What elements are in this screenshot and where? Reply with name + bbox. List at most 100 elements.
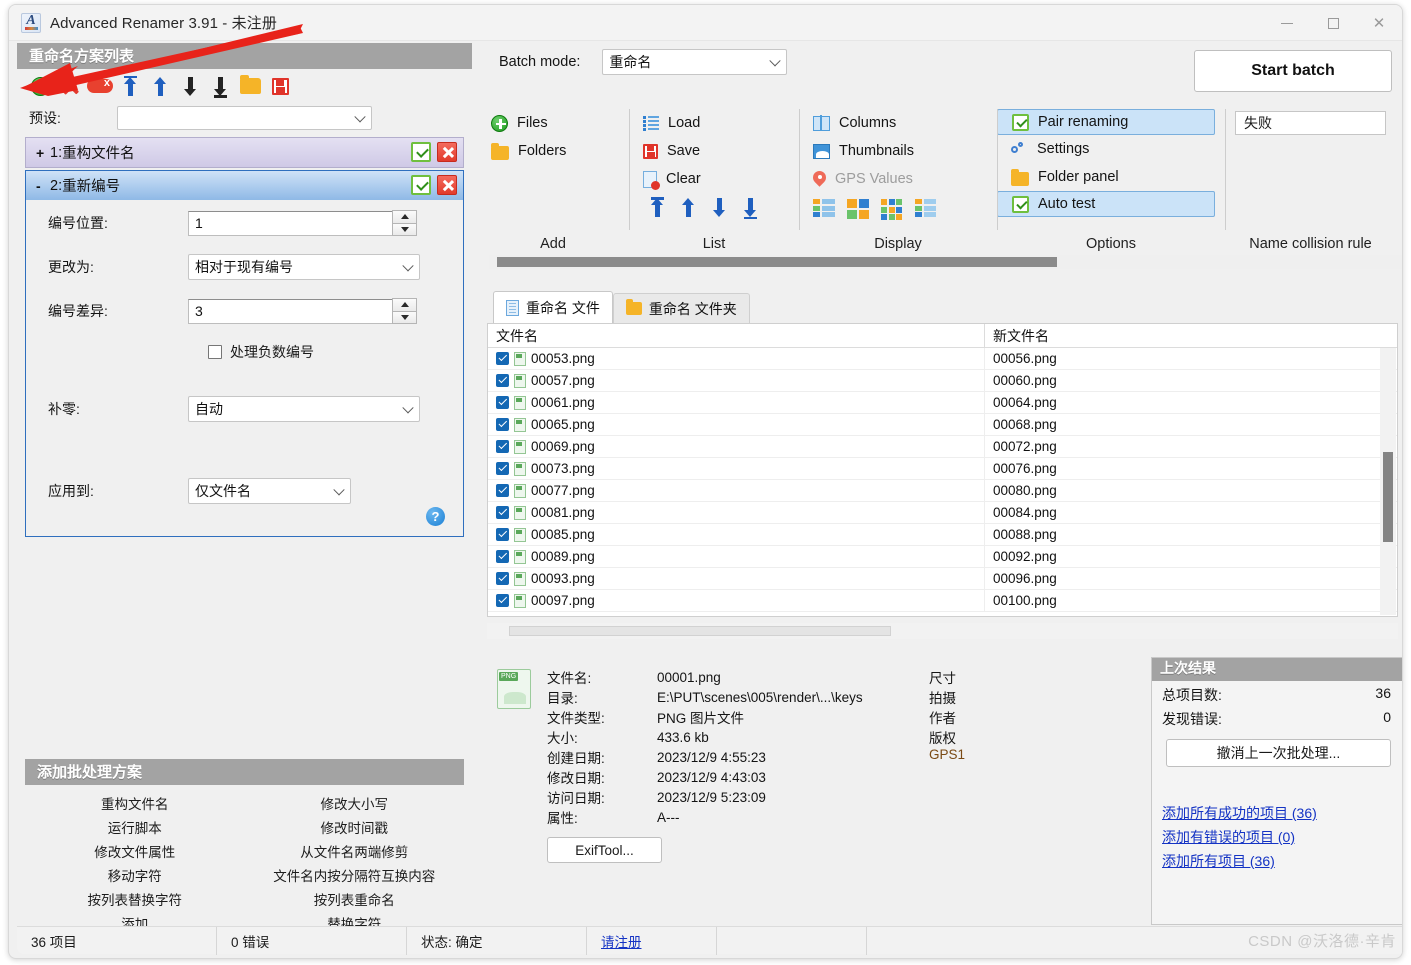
horizontal-scrollbar-thumb[interactable] — [509, 626, 891, 636]
help-icon[interactable]: ? — [426, 507, 445, 526]
file-list-vertical-scrollbar[interactable] — [1380, 348, 1396, 615]
file-list-horizontal-scrollbar[interactable] — [487, 623, 1398, 639]
zero-pad-select[interactable]: 自动 — [188, 396, 420, 422]
list-view-icon[interactable] — [813, 199, 835, 219]
move-bottom-icon[interactable] — [742, 197, 759, 218]
tiles-view-icon[interactable] — [847, 199, 869, 219]
grid-view-icon[interactable] — [881, 199, 903, 219]
apply-to-select[interactable]: 仅文件名 — [188, 478, 351, 504]
method-card-2[interactable]: - 2 : 重新编号 编号位置: 1 — [25, 170, 464, 537]
save-preset-button[interactable] — [265, 71, 295, 101]
ribbon-item-load[interactable]: Load — [629, 109, 799, 137]
row-checkbox[interactable] — [496, 572, 509, 585]
row-checkbox[interactable] — [496, 440, 509, 453]
table-row[interactable]: 00053.png 00056.png — [488, 348, 1397, 370]
remove-all-methods-button[interactable] — [85, 71, 115, 101]
row-checkbox[interactable] — [496, 528, 509, 541]
add-successful-items-link[interactable]: 添加所有成功的项目 (36) — [1162, 801, 1403, 825]
minimize-button[interactable] — [1264, 5, 1310, 41]
table-row[interactable]: 00093.png 00096.png — [488, 568, 1397, 590]
move-up-icon[interactable] — [680, 197, 697, 218]
method-2-collapse-toggle[interactable]: - — [36, 178, 50, 194]
number-position-increment[interactable] — [392, 210, 417, 223]
ribbon-item-columns[interactable]: Columns — [799, 109, 997, 137]
ribbon-item-auto-test[interactable]: Auto test — [997, 191, 1215, 217]
vertical-scrollbar-thumb[interactable] — [1383, 452, 1393, 542]
table-row[interactable]: 00065.png 00068.png — [488, 414, 1397, 436]
maximize-button[interactable] — [1310, 5, 1356, 41]
batch-mode-select[interactable]: 重命名 — [602, 49, 787, 75]
add-method-link[interactable]: 移动字符 — [25, 865, 245, 889]
row-checkbox[interactable] — [496, 506, 509, 519]
ribbon-scrollbar[interactable] — [489, 255, 1403, 269]
add-method-link[interactable]: 重构文件名 — [25, 793, 245, 817]
method-2-delete-button[interactable] — [437, 175, 457, 195]
add-method-link[interactable]: 从文件名两端修剪 — [245, 841, 465, 865]
tab-rename-folders[interactable]: 重命名 文件夹 — [613, 293, 750, 323]
add-method-button[interactable] — [25, 71, 55, 101]
remove-method-button[interactable] — [55, 71, 85, 101]
table-row[interactable]: 00077.png 00080.png — [488, 480, 1397, 502]
method-1-expand-toggle[interactable]: + — [36, 145, 50, 161]
open-preset-button[interactable] — [235, 71, 265, 101]
row-checkbox[interactable] — [496, 594, 509, 607]
table-row[interactable]: 00073.png 00076.png — [488, 458, 1397, 480]
move-top-button[interactable] — [115, 71, 145, 101]
table-row[interactable]: 00085.png 00088.png — [488, 524, 1397, 546]
table-row[interactable]: 00061.png 00064.png — [488, 392, 1397, 414]
table-row[interactable]: 00081.png 00084.png — [488, 502, 1397, 524]
table-row[interactable]: 00057.png 00060.png — [488, 370, 1397, 392]
number-difference-input[interactable]: 3 — [188, 299, 393, 324]
move-bottom-button[interactable] — [205, 71, 235, 101]
add-method-link[interactable]: 修改时间戳 — [245, 817, 465, 841]
name-collision-select[interactable]: 失败 — [1235, 111, 1386, 135]
row-checkbox[interactable] — [496, 352, 509, 365]
ribbon-item-folders[interactable]: Folders — [477, 137, 629, 165]
ribbon-item-save[interactable]: Save — [629, 137, 799, 165]
number-position-input[interactable]: 1 — [188, 211, 393, 236]
move-down-button[interactable] — [175, 71, 205, 101]
preset-select[interactable] — [117, 106, 372, 130]
close-button[interactable]: ✕ — [1356, 5, 1402, 41]
ribbon-item-thumbnails[interactable]: Thumbnails — [799, 137, 997, 165]
add-method-link[interactable]: 修改大小写 — [245, 793, 465, 817]
start-batch-button[interactable]: Start batch — [1194, 50, 1392, 92]
tab-rename-files[interactable]: 重命名 文件 — [493, 291, 613, 323]
move-up-button[interactable] — [145, 71, 175, 101]
ribbon-item-folder-panel[interactable]: Folder panel — [997, 163, 1225, 191]
table-row[interactable]: 00089.png 00092.png — [488, 546, 1397, 568]
row-checkbox[interactable] — [496, 396, 509, 409]
row-checkbox[interactable] — [496, 550, 509, 563]
add-method-link[interactable]: 按列表重命名 — [245, 889, 465, 913]
details-view-icon[interactable] — [915, 199, 937, 219]
number-position-stepper[interactable] — [392, 210, 417, 236]
method-1-enable-checkbox[interactable] — [411, 142, 431, 162]
add-error-items-link[interactable]: 添加有错误的项目 (0) — [1162, 825, 1403, 849]
exiftool-button[interactable]: ExifTool... — [547, 837, 662, 863]
ribbon-item-files[interactable]: Files — [477, 109, 629, 137]
add-all-items-link[interactable]: 添加所有项目 (36) — [1162, 849, 1403, 873]
method-card-1[interactable]: + 1 : 重构文件名 — [25, 137, 464, 168]
ribbon-item-settings[interactable]: Settings — [997, 135, 1225, 163]
method-1-delete-button[interactable] — [437, 142, 457, 162]
row-checkbox[interactable] — [496, 462, 509, 475]
column-header-new-name[interactable]: 新文件名 — [985, 324, 1397, 347]
negative-numbers-checkbox[interactable] — [208, 345, 222, 359]
add-method-link[interactable]: 运行脚本 — [25, 817, 245, 841]
table-row[interactable]: 00069.png 00072.png — [488, 436, 1397, 458]
number-difference-stepper[interactable] — [392, 298, 417, 324]
method-1-header[interactable]: + 1 : 重构文件名 — [26, 138, 463, 167]
ribbon-item-clear[interactable]: Clear — [629, 165, 799, 193]
undo-last-batch-button[interactable]: 撤消上一次批处理... — [1166, 739, 1391, 767]
add-method-link[interactable]: 修改文件属性 — [25, 841, 245, 865]
add-method-link[interactable]: 文件名内按分隔符互换内容 — [245, 865, 465, 889]
move-down-icon[interactable] — [711, 197, 728, 218]
row-checkbox[interactable] — [496, 484, 509, 497]
row-checkbox[interactable] — [496, 418, 509, 431]
table-row[interactable]: 00097.png 00100.png — [488, 590, 1397, 612]
method-2-enable-checkbox[interactable] — [411, 175, 431, 195]
ribbon-scrollbar-thumb[interactable] — [497, 257, 1057, 267]
number-difference-decrement[interactable] — [392, 311, 417, 325]
column-header-old-name[interactable]: 文件名 — [488, 324, 985, 347]
method-2-header[interactable]: - 2 : 重新编号 — [26, 171, 463, 200]
